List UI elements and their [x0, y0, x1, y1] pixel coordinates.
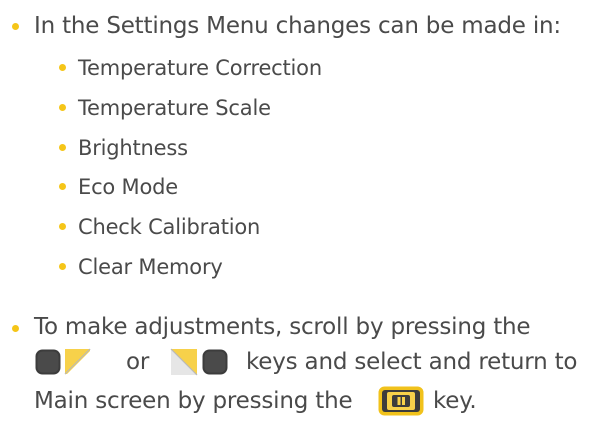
yellow-right-arrow-key-icon: [170, 348, 198, 376]
dark-square-key-icon: [34, 348, 62, 376]
instructions-line3-start: Main screen by pressing the: [34, 388, 353, 414]
settings-menu-page: In the Settings Menu changes can be made…: [0, 0, 603, 427]
instructions-line2-end: keys and select and return to: [246, 349, 578, 375]
instructions-line3-end: key.: [433, 388, 477, 414]
bullet-item: [59, 64, 66, 71]
menu-item-eco-mode: Eco Mode: [78, 175, 178, 199]
bullet-instructions: [12, 325, 19, 332]
instructions-line1: To make adjustments, scroll by pressing …: [34, 314, 531, 340]
select-key-icon: [378, 386, 424, 416]
bullet-item: [59, 144, 66, 151]
bullet-item: [59, 104, 66, 111]
menu-item-brightness: Brightness: [78, 136, 188, 160]
bullet-item: [59, 183, 66, 190]
yellow-left-arrow-key-icon: [64, 348, 92, 376]
menu-item-clear-memory: Clear Memory: [78, 255, 223, 279]
menu-item-temperature-correction: Temperature Correction: [78, 56, 322, 80]
intro-text: In the Settings Menu changes can be made…: [34, 13, 561, 39]
bullet-intro: [12, 23, 19, 30]
bullet-item: [59, 223, 66, 230]
menu-item-temperature-scale: Temperature Scale: [78, 96, 271, 120]
bullet-item: [59, 263, 66, 270]
dark-square-key-icon: [201, 348, 229, 376]
menu-item-check-calibration: Check Calibration: [78, 215, 261, 239]
or-word: or: [126, 349, 150, 375]
